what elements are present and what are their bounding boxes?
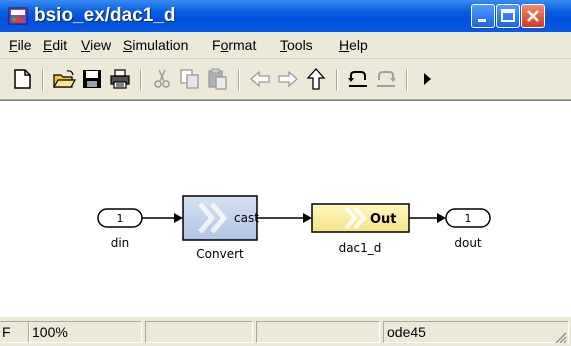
menu-file[interactable]: File bbox=[9, 36, 32, 54]
inport-label: din bbox=[111, 236, 130, 250]
status-empty-1 bbox=[145, 321, 253, 343]
print-icon bbox=[110, 69, 130, 89]
up-button[interactable] bbox=[304, 67, 328, 91]
menu-bar: File Edit View Simulation Format Tools H… bbox=[0, 32, 571, 59]
redo-icon bbox=[377, 71, 396, 87]
save-icon bbox=[83, 70, 101, 88]
open-button[interactable] bbox=[52, 67, 76, 91]
forward-button[interactable] bbox=[276, 67, 300, 91]
new-model-button[interactable] bbox=[10, 67, 34, 91]
close-button[interactable] bbox=[521, 4, 545, 28]
convert-label: Convert bbox=[196, 247, 244, 261]
menu-view[interactable]: View bbox=[81, 36, 111, 54]
status-zoom: 100% bbox=[28, 321, 142, 343]
maximize-icon bbox=[501, 9, 515, 22]
block-diagram: 1 din cast Convert Out dac1_d 1 dout bbox=[97, 195, 491, 261]
inport-block[interactable]: 1 din bbox=[97, 208, 143, 250]
maximize-button[interactable] bbox=[496, 4, 520, 28]
outport-block[interactable]: 1 dout bbox=[445, 208, 491, 250]
undo-button[interactable] bbox=[346, 67, 370, 91]
subsystem-label: dac1_d bbox=[339, 241, 382, 255]
window-title: bsio_ex/dac1_d bbox=[34, 5, 176, 26]
start-simulation-icon bbox=[424, 73, 431, 85]
menu-simulation[interactable]: Simulation bbox=[123, 36, 188, 54]
status-empty-2 bbox=[256, 321, 380, 343]
signal-line-cast[interactable] bbox=[257, 213, 312, 223]
paste-button[interactable] bbox=[206, 67, 230, 91]
menu-edit[interactable]: Edit bbox=[43, 36, 67, 54]
forward-icon bbox=[278, 70, 298, 88]
cut-icon bbox=[154, 69, 170, 88]
cut-button[interactable] bbox=[150, 67, 174, 91]
outport-number: 1 bbox=[465, 212, 472, 225]
close-icon bbox=[527, 10, 539, 22]
status-bar: F 100% ode45 bbox=[0, 316, 571, 346]
copy-icon bbox=[180, 69, 199, 89]
minimize-icon bbox=[478, 19, 486, 22]
outport-label: dout bbox=[454, 236, 482, 250]
status-left-char: F bbox=[0, 321, 30, 343]
signal-line-out[interactable] bbox=[409, 213, 446, 223]
print-button[interactable] bbox=[108, 67, 132, 91]
save-button[interactable] bbox=[80, 67, 104, 91]
undo-icon bbox=[348, 71, 367, 87]
menu-format[interactable]: Format bbox=[212, 36, 256, 54]
minimize-button[interactable] bbox=[471, 4, 495, 28]
simulink-app-icon[interactable] bbox=[8, 6, 28, 26]
paste-icon bbox=[208, 68, 227, 90]
status-solver: ode45 bbox=[383, 321, 569, 343]
dac1-d-subsystem-block[interactable]: Out dac1_d bbox=[311, 203, 410, 255]
up-icon bbox=[306, 68, 326, 90]
redo-button[interactable] bbox=[374, 67, 398, 91]
back-icon bbox=[250, 70, 270, 88]
resize-grip-icon[interactable] bbox=[552, 331, 567, 343]
inport-number: 1 bbox=[117, 212, 124, 225]
title-bar[interactable]: bsio_ex/dac1_d bbox=[0, 0, 571, 33]
back-button[interactable] bbox=[248, 67, 272, 91]
subsystem-block-text: Out bbox=[370, 212, 397, 227]
start-simulation-button[interactable] bbox=[414, 67, 438, 91]
open-icon bbox=[52, 70, 76, 88]
toolbar bbox=[0, 59, 571, 100]
convert-block[interactable]: cast Convert bbox=[182, 195, 259, 261]
menu-tools[interactable]: Tools bbox=[280, 36, 313, 54]
simulink-model-window: bsio_ex/dac1_d File Edit View Simulation… bbox=[0, 0, 571, 346]
signal-line-din[interactable] bbox=[142, 213, 183, 223]
model-canvas[interactable]: 1 din cast Convert Out dac1_d 1 dout bbox=[0, 100, 571, 316]
copy-button[interactable] bbox=[178, 67, 202, 91]
convert-block-text: cast bbox=[234, 211, 259, 225]
menu-help[interactable]: Help bbox=[339, 36, 368, 54]
new-icon bbox=[14, 69, 31, 89]
